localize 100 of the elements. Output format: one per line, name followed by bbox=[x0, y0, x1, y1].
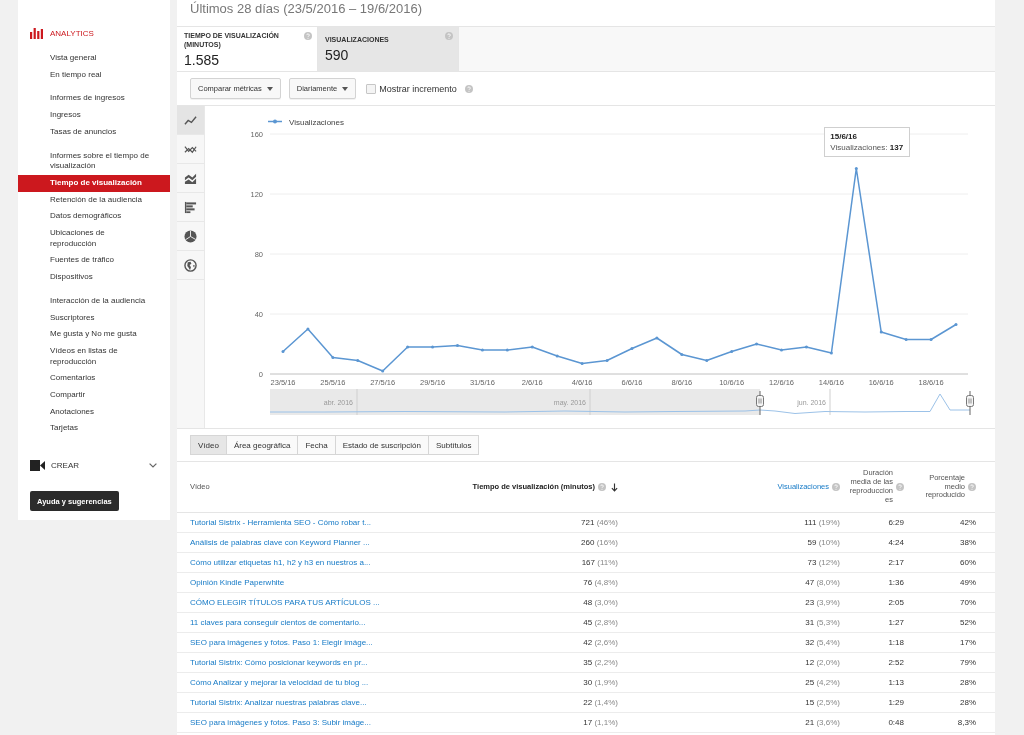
nav-item[interactable]: Datos demográficos bbox=[18, 208, 170, 226]
data-point bbox=[530, 345, 534, 349]
table-cell-text: 22 (1,4%) bbox=[582, 698, 619, 707]
nav-item[interactable]: Fuentes de tráfico bbox=[18, 252, 170, 270]
table-cell-text: 1:36 bbox=[887, 578, 905, 587]
table-cell-text: 12 (2,0%) bbox=[804, 658, 841, 667]
checkbox-label[interactable]: Mostrar incremento bbox=[379, 83, 457, 94]
bar-chart-icon bbox=[184, 200, 197, 214]
date-range: Últimos 28 días (23/5/2016 – 19/6/2016) bbox=[190, 1, 422, 16]
table-cell-text: 59 (10%) bbox=[806, 538, 841, 547]
tab[interactable]: Subtítulos bbox=[427, 435, 480, 455]
nav-item[interactable]: Ubicaciones de reproducción bbox=[18, 225, 170, 253]
table-cell-text: 2:17 bbox=[887, 558, 905, 567]
nav-item[interactable]: Dispositivos bbox=[18, 269, 170, 286]
help-icon[interactable] bbox=[832, 483, 840, 491]
nav-item[interactable]: Informes de ingresos bbox=[18, 90, 170, 108]
data-point bbox=[306, 327, 310, 331]
data-point bbox=[356, 359, 360, 362]
table-cell-text: 30 (1,9%) bbox=[582, 678, 619, 687]
create-menu[interactable]: CREAR bbox=[18, 457, 170, 474]
video-title-link[interactable]: Cómo utilizar etiquetas h1, h2 y h3 en nuestros a... bbox=[190, 558, 371, 567]
nav-item[interactable]: Interacción de la audiencia bbox=[18, 292, 170, 310]
table-cell-text: 73 (12%) bbox=[806, 558, 841, 567]
nav-item[interactable]: Suscriptores bbox=[18, 309, 170, 327]
table-cell-text: 1:27 bbox=[887, 618, 905, 627]
video-title-link[interactable]: Tutorial Sistrix - Herramienta SEO - Cómo robar t... bbox=[190, 518, 372, 527]
tab[interactable]: Estado de suscripción bbox=[334, 435, 429, 455]
nav-item[interactable]: Ingresos bbox=[18, 107, 170, 124]
bar-chart-icon bbox=[30, 27, 43, 39]
table-cell-text: 28% bbox=[959, 698, 977, 707]
table-cell-text: 2:52 bbox=[887, 658, 905, 667]
table-cell-text: 111 (19%) bbox=[803, 518, 841, 527]
metric-value: 1.585 bbox=[184, 51, 220, 68]
caret-icon bbox=[342, 86, 349, 91]
video-title-link[interactable]: Opinión Kindle Paperwhite bbox=[190, 578, 285, 587]
data-point bbox=[904, 338, 908, 341]
help-icon[interactable] bbox=[598, 483, 606, 491]
range-handle[interactable] bbox=[966, 390, 974, 415]
data-point bbox=[580, 362, 584, 365]
data-point bbox=[705, 359, 709, 362]
table-cell-text: 79% bbox=[959, 658, 977, 667]
table-cell-text: 60% bbox=[959, 558, 977, 567]
table-cell-text: 52% bbox=[959, 618, 977, 627]
tab[interactable]: Área geográfica bbox=[225, 435, 299, 455]
video-title-link[interactable]: Análisis de palabras clave con Keyword Planner ... bbox=[190, 538, 370, 547]
nav-item[interactable]: Me gusta y No me gusta bbox=[18, 326, 170, 343]
data-point bbox=[605, 359, 609, 362]
sort-arrow-icon[interactable] bbox=[611, 482, 618, 492]
nav-item[interactable]: Vista general bbox=[18, 50, 170, 67]
table-cell-text: 6:29 bbox=[887, 518, 905, 527]
nav-item[interactable]: Anotaciones bbox=[18, 403, 170, 421]
table-cell-text: 1:13 bbox=[887, 678, 905, 687]
data-point bbox=[381, 369, 385, 373]
video-title-link[interactable]: 11 claves para conseguir cientos de comentario... bbox=[190, 618, 366, 627]
pie-chart-icon bbox=[184, 229, 197, 243]
nav-item[interactable]: Retención de la audiencia bbox=[18, 191, 170, 209]
nav-item[interactable]: Comentarios bbox=[18, 370, 170, 388]
table-cell-text: 21 (3,6%) bbox=[804, 718, 841, 727]
metric-value: 590 bbox=[325, 47, 349, 63]
table-cell-text: 49% bbox=[959, 578, 977, 587]
data-point bbox=[655, 336, 659, 340]
video-title-link[interactable]: Tutorial Sistrix: Cómo posicionar keywords en pr... bbox=[190, 658, 368, 667]
video-title-link[interactable]: Cómo Analizar y mejorar la velocidad de tu blog ... bbox=[190, 678, 369, 687]
legend-marker-icon bbox=[267, 119, 283, 124]
nav-item[interactable]: Tasas de anuncios bbox=[18, 123, 170, 141]
data-point bbox=[879, 330, 883, 334]
table-cell-text: 45 (2,8%) bbox=[582, 618, 619, 627]
video-title-link[interactable]: SEO para imágenes y fotos. Paso 1: Elegir imáge... bbox=[190, 638, 373, 647]
tab[interactable]: Vídeo bbox=[190, 435, 227, 455]
nav-item[interactable]: Compartir bbox=[18, 387, 170, 404]
table-cell-text: 0:48 bbox=[887, 718, 905, 727]
help-icon[interactable] bbox=[896, 483, 904, 491]
data-point bbox=[480, 348, 484, 352]
nav-item[interactable]: Tarjetas bbox=[18, 420, 170, 438]
nav-item[interactable]: Informes sobre el tiempo de visualización bbox=[18, 147, 170, 175]
table-cell-text: 1:29 bbox=[887, 698, 905, 707]
table-cell-text: 48 (3,0%) bbox=[582, 598, 619, 607]
chart-type-button[interactable] bbox=[177, 106, 204, 135]
video-title-link[interactable]: Tutorial Sistrix: Analizar nuestras palabras clave... bbox=[190, 698, 367, 707]
table-cell-text: 76 (4,8%) bbox=[582, 578, 619, 587]
table-cell-text: 31 (5,3%) bbox=[804, 618, 841, 627]
checkbox[interactable] bbox=[366, 83, 377, 94]
table-cell-text: 25 (4,2%) bbox=[804, 678, 841, 687]
help-icon[interactable] bbox=[464, 84, 473, 93]
data-point bbox=[406, 345, 410, 349]
nav-item[interactable]: En tiempo real bbox=[18, 66, 170, 84]
range-handle[interactable] bbox=[756, 390, 764, 415]
nav-item[interactable]: Vídeos en listas de reproducción bbox=[18, 342, 170, 371]
data-point bbox=[680, 353, 684, 356]
data-point bbox=[780, 348, 783, 352]
line-chart-icon bbox=[184, 113, 197, 127]
video-title-link[interactable]: CÓMO ELEGIR TÍTULOS PARA TUS ARTÍCULOS ... bbox=[190, 598, 380, 607]
nav-item[interactable]: Tiempo de visualización bbox=[18, 174, 170, 192]
help-icon[interactable] bbox=[304, 32, 312, 40]
help-icon[interactable] bbox=[968, 483, 976, 491]
video-title-link[interactable]: SEO para imágenes y fotos. Paso 3: Subir imáge... bbox=[190, 718, 371, 727]
area-chart-icon bbox=[184, 171, 197, 185]
tab[interactable]: Fecha bbox=[297, 435, 336, 455]
table-cell-text: 70% bbox=[959, 598, 977, 607]
table-cell-text: 1:18 bbox=[887, 638, 905, 647]
